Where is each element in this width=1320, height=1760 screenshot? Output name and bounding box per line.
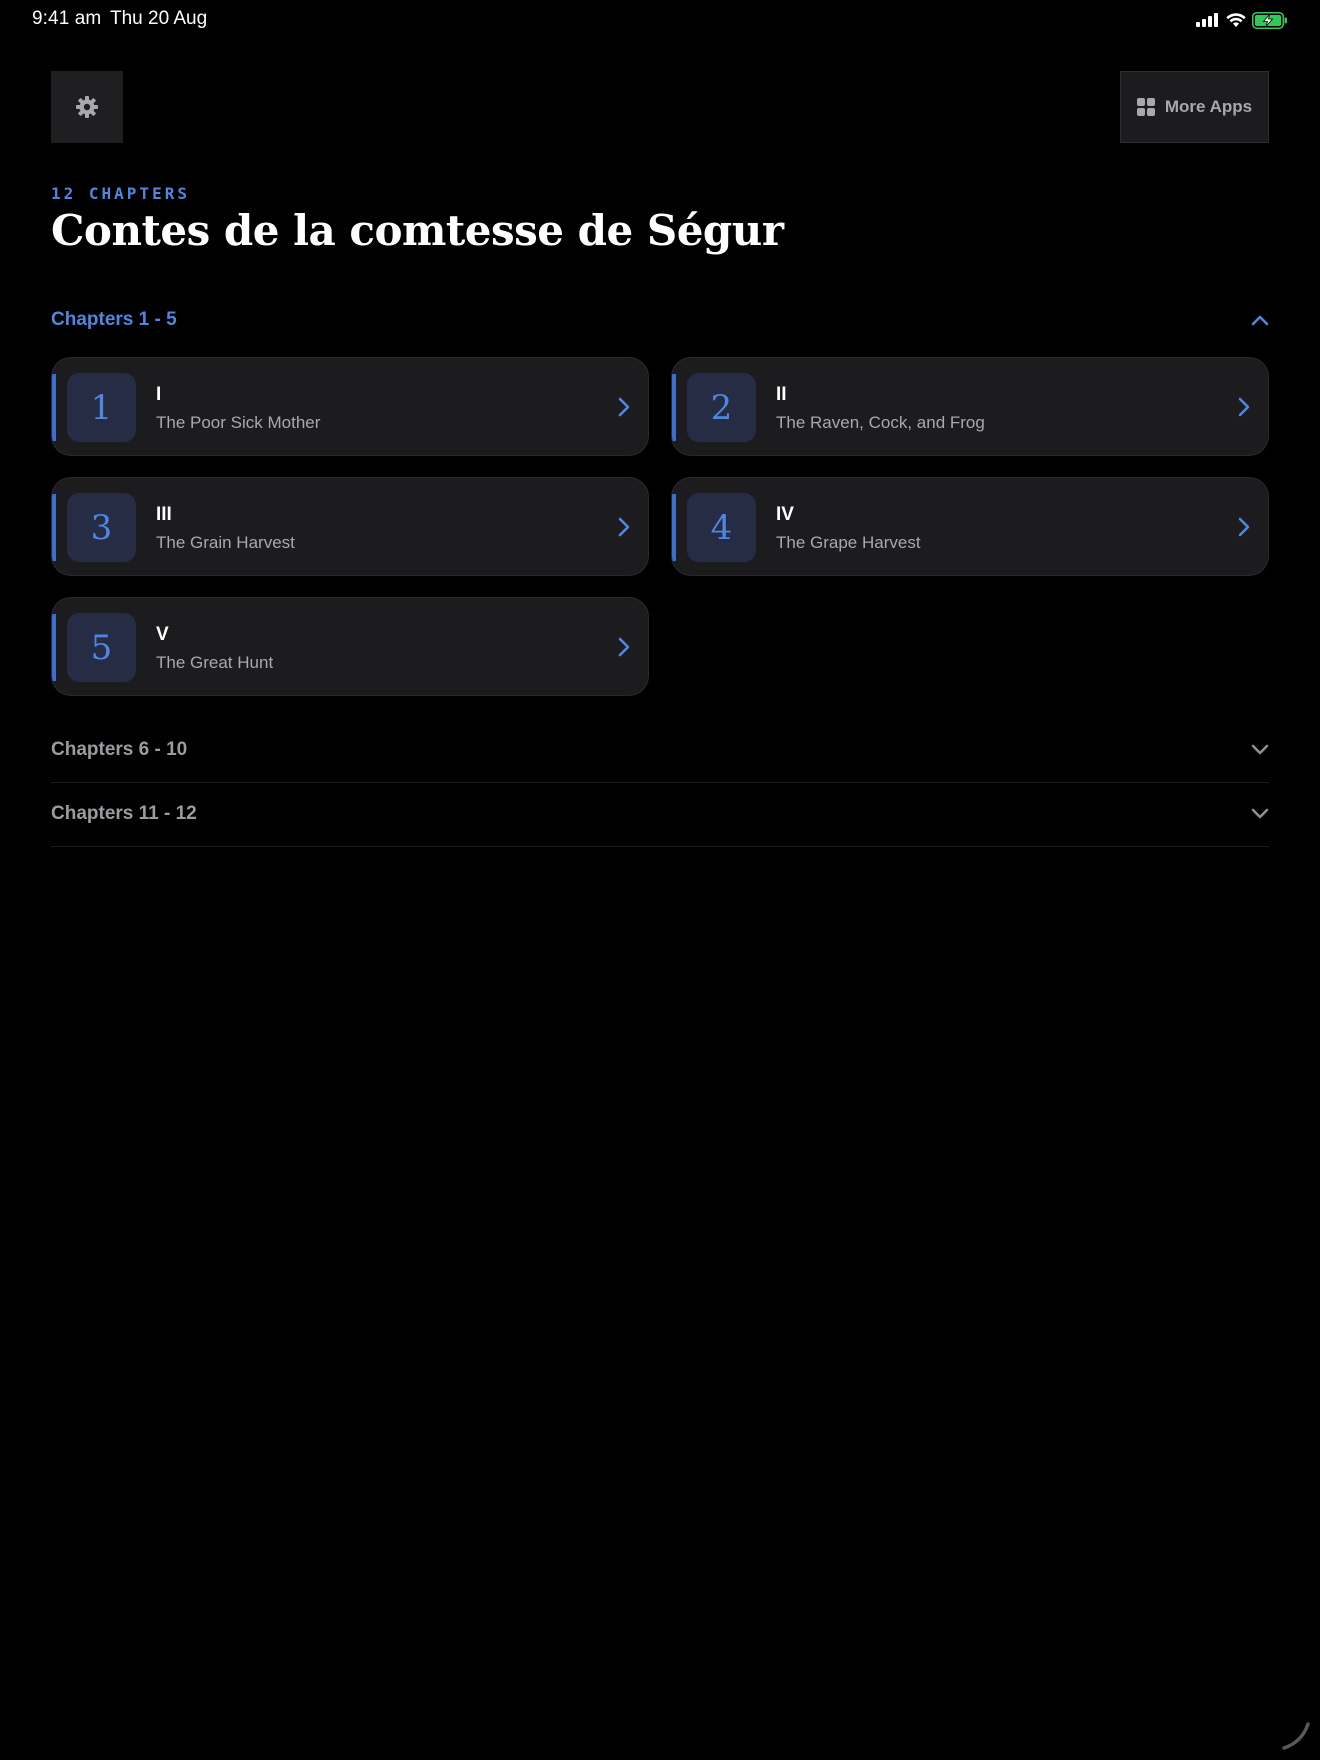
chevron-right-icon: [618, 517, 630, 537]
chapter-grid: 1 I The Poor Sick Mother 2 II The Raven,…: [51, 357, 1269, 696]
corner-gesture-indicator[interactable]: [1278, 1718, 1314, 1754]
card-accent-bar: [52, 374, 56, 441]
chapter-title: The Great Hunt: [156, 653, 274, 672]
chapter-title: The Grain Harvest: [156, 533, 295, 552]
section-header-chapters-1-5[interactable]: Chapters 1 - 5: [51, 300, 1269, 340]
section-header-chapters-6-10[interactable]: Chapters 6 - 10: [51, 718, 1269, 783]
chapter-roman-numeral: II: [776, 384, 787, 405]
card-accent-bar: [672, 494, 676, 561]
battery-charging-icon: [1252, 11, 1287, 29]
gear-icon: [76, 96, 98, 118]
section-header-chapters-11-12[interactable]: Chapters 11 - 12: [51, 782, 1269, 847]
chapter-roman-numeral: I: [156, 384, 162, 405]
chapter-number: 3: [90, 507, 113, 548]
card-accent-bar: [52, 614, 56, 681]
chapter-roman-numeral: V: [156, 624, 169, 645]
chapter-card-4[interactable]: 4 IV The Grape Harvest: [671, 477, 1269, 576]
chapter-roman-numeral: III: [156, 504, 172, 525]
status-icons: [1196, 10, 1288, 30]
section-label: Chapters 1 - 5: [51, 309, 177, 330]
chevron-right-icon: [1238, 397, 1250, 417]
cellular-signal-icon: [1196, 13, 1218, 27]
section-label: Chapters 6 - 10: [51, 739, 188, 760]
chapter-number: 4: [710, 507, 733, 548]
section-label: Chapters 11 - 12: [51, 803, 197, 824]
chapter-number-badge: 4: [687, 493, 756, 562]
chapter-title: The Raven, Cock, and Frog: [776, 413, 985, 432]
chapter-number: 2: [710, 387, 733, 428]
chevron-right-icon: [618, 397, 630, 417]
more-apps-label: More Apps: [1164, 97, 1253, 116]
chapter-number-badge: 3: [67, 493, 136, 562]
chapter-title: The Poor Sick Mother: [156, 413, 321, 432]
chevron-down-icon: [1251, 808, 1269, 819]
status-time: 9:41 am: [32, 8, 102, 29]
status-bar: 9:41 am Thu 20 Aug: [0, 0, 1320, 40]
grid-icon: [1136, 98, 1155, 116]
chapter-count-label: 12 CHAPTERS: [51, 184, 190, 203]
card-accent-bar: [52, 494, 56, 561]
chapter-card-3[interactable]: 3 III The Grain Harvest: [51, 477, 649, 576]
chapter-number: 5: [90, 627, 113, 668]
card-accent-bar: [672, 374, 676, 441]
status-date: Thu 20 Aug: [110, 8, 208, 29]
chapter-roman-numeral: IV: [776, 504, 794, 525]
page-title: Contes de la comtesse de Ségur: [51, 206, 784, 255]
chapter-number: 1: [90, 387, 113, 428]
chapter-number-badge: 1: [67, 373, 136, 442]
chevron-right-icon: [618, 637, 630, 657]
chevron-right-icon: [1238, 517, 1250, 537]
chapter-card-1[interactable]: 1 I The Poor Sick Mother: [51, 357, 649, 456]
chapter-number-badge: 2: [687, 373, 756, 442]
chevron-down-icon: [1251, 744, 1269, 755]
more-apps-button[interactable]: More Apps: [1120, 71, 1269, 143]
wifi-icon: [1226, 12, 1246, 27]
chapter-card-2[interactable]: 2 II The Raven, Cock, and Frog: [671, 357, 1269, 456]
chapter-title: The Grape Harvest: [776, 533, 921, 552]
chapter-card-5[interactable]: 5 V The Great Hunt: [51, 597, 649, 696]
chapter-number-badge: 5: [67, 613, 136, 682]
chevron-up-icon: [1251, 315, 1269, 326]
settings-button[interactable]: [51, 71, 123, 143]
